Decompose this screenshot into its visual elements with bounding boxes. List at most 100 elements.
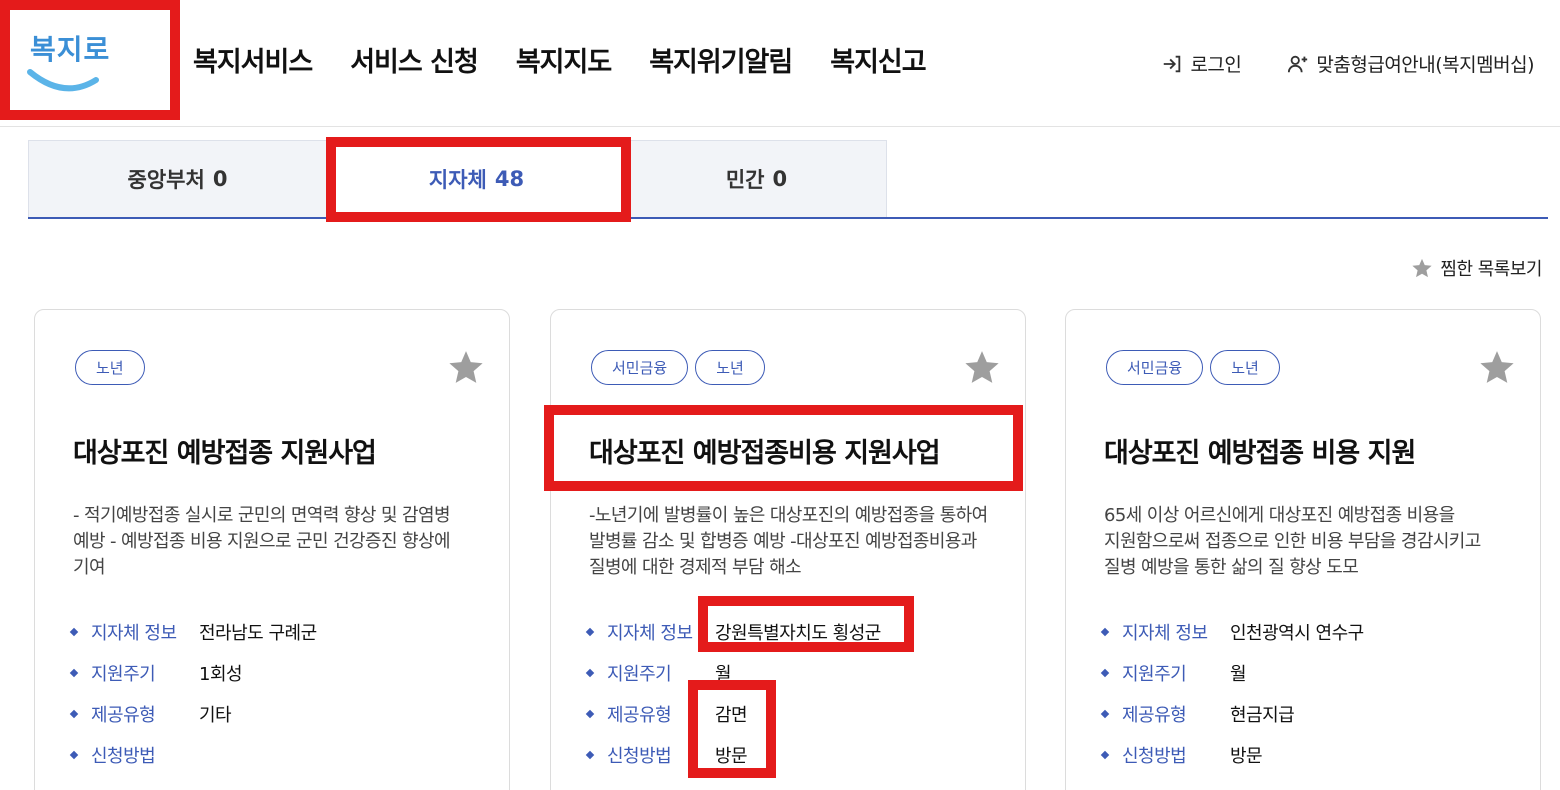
user-plus-icon [1288,55,1308,72]
bullet-icon [69,627,79,636]
bullet-icon [69,709,79,718]
card-badges: 서민금융 노년 [1106,350,1280,385]
category-tabs: 중앙부처 0 지자체 48 민간 0 [28,140,1548,219]
info-row-cycle: 지원주기 월 [1100,652,1364,693]
bullet-icon [69,750,79,759]
star-icon [1412,258,1433,278]
info-label-method: 신청방법 [1100,742,1230,768]
bullet-icon [1100,627,1110,636]
nav-welfare-report[interactable]: 복지신고 [830,40,926,79]
info-row-region: 지자체 정보 전라남도 구례군 [69,611,317,652]
badge: 노년 [695,350,765,385]
info-row-cycle: 지원주기 월 [585,652,881,693]
utility-menu: 로그인 맞춤형급여안내(복지멤버십) [1161,50,1534,77]
service-card[interactable]: 서민금융 노년 대상포진 예방접종 비용 지원 65세 이상 어르신에게 대상포… [1065,309,1541,790]
bullet-icon [69,668,79,677]
info-value-type: 현금지급 [1230,704,1295,726]
card-title: 대상포진 예방접종비용 지원사업 [589,438,941,469]
label-text: 신청방법 [91,745,156,767]
info-row-cycle: 지원주기 1회성 [69,652,317,693]
card-info-list: 지자체 정보 강원특별자치도 횡성군 지원주기 월 제공유형 감면 신청방법 방… [585,611,881,775]
info-label-region: 지자체 정보 [585,619,715,645]
bullet-icon [585,668,595,677]
info-value-cycle: 1회성 [199,663,243,685]
info-row-type: 제공유형 현금지급 [1100,693,1364,734]
label-text: 신청방법 [607,745,672,767]
info-value-type: 기타 [199,704,232,726]
badge: 노년 [75,350,145,385]
label-text: 지자체 정보 [607,622,693,644]
card-description: -노년기에 발병률이 높은 대상포진의 예방접종을 통하여 발병률 감소 및 합… [589,505,988,578]
badge: 서민금융 [1106,350,1204,385]
card-description: 65세 이상 어르신에게 대상포진 예방접종 비용을 지원함으로써 접종으로 인… [1104,505,1481,578]
info-label-region: 지자체 정보 [69,619,199,645]
service-card[interactable]: 노년 대상포진 예방접종 지원사업 - 적기예방접종 실시로 군민의 면역력 향… [34,309,510,790]
badge: 노년 [1210,350,1280,385]
bullet-icon [585,750,595,759]
nav-service-apply[interactable]: 서비스 신청 [350,40,479,79]
favorites-list-label: 찜한 목록보기 [1440,259,1542,280]
tab-local-government[interactable]: 지자체 48 [326,140,627,219]
favorite-star-icon[interactable] [1478,348,1516,386]
card-info-list: 지자체 정보 인천광역시 연수구 지원주기 월 제공유형 현금지급 신청방법 방… [1100,611,1364,775]
info-label-cycle: 지원주기 [585,660,715,686]
info-row-region: 지자체 정보 강원특별자치도 횡성군 [585,611,881,652]
info-label-cycle: 지원주기 [1100,660,1230,686]
info-label-method: 신청방법 [69,742,199,768]
bullet-icon [585,627,595,636]
bullet-icon [1100,709,1110,718]
info-label-method: 신청방법 [585,742,715,768]
tab-central-ministry[interactable]: 중앙부처 0 [28,140,327,217]
login-icon [1164,55,1181,72]
tab-private[interactable]: 민간 0 [626,140,887,217]
info-row-method: 신청방법 방문 [585,734,881,775]
bullet-icon [1100,668,1110,677]
label-text: 제공유형 [91,704,156,726]
service-card[interactable]: 서민금융 노년 대상포진 예방접종비용 지원사업 -노년기에 발병률이 높은 대… [550,309,1026,790]
info-value-region: 인천광역시 연수구 [1230,622,1364,644]
card-info-list: 지자체 정보 전라남도 구례군 지원주기 1회성 제공유형 기타 신청방법 [69,611,317,775]
info-value-region: 전라남도 구례군 [199,622,317,644]
info-value-cycle: 월 [1230,663,1247,685]
info-value-method: 방문 [1230,745,1263,767]
info-label-type: 제공유형 [69,701,199,727]
card-description: - 적기예방접종 실시로 군민의 면역력 향상 및 감염병 예방 - 예방접종 … [73,505,451,578]
label-text: 제공유형 [1122,704,1187,726]
label-text: 지자체 정보 [91,622,177,644]
bullet-icon [1100,750,1110,759]
site-header: 복지로 복지서비스 서비스 신청 복지지도 복지위기알림 복지신고 로그인 맞춤… [0,0,1560,127]
info-row-type: 제공유형 기타 [69,693,317,734]
info-label-region: 지자체 정보 [1100,619,1230,645]
bullet-icon [585,709,595,718]
info-row-type: 제공유형 감면 [585,693,881,734]
info-label-cycle: 지원주기 [69,660,199,686]
favorites-list-link[interactable]: 찜한 목록보기 [1411,255,1542,281]
nav-crisis-alert[interactable]: 복지위기알림 [649,40,793,79]
info-row-method: 신청방법 [69,734,317,775]
tab-label: 지자체 [428,168,487,192]
main-nav: 복지서비스 서비스 신청 복지지도 복지위기알림 복지신고 [193,40,927,79]
card-title: 대상포진 예방접종 비용 지원 [1104,438,1416,469]
label-text: 지원주기 [91,663,156,685]
info-row-region: 지자체 정보 인천광역시 연수구 [1100,611,1364,652]
info-value-cycle: 월 [715,663,732,685]
label-text: 신청방법 [1122,745,1187,767]
login-link[interactable]: 로그인 [1161,50,1242,77]
membership-link[interactable]: 맞춤형급여안내(복지멤버십) [1287,50,1534,77]
card-title: 대상포진 예방접종 지원사업 [73,438,377,469]
tab-count: 0 [212,167,228,191]
info-value-method: 방문 [715,745,748,767]
info-row-method: 신청방법 방문 [1100,734,1364,775]
favorite-star-icon[interactable] [447,348,485,386]
login-label: 로그인 [1190,54,1242,76]
label-text: 지자체 정보 [1122,622,1208,644]
site-logo[interactable]: 복지로 [24,20,134,100]
label-text: 지원주기 [1122,663,1187,685]
label-text: 제공유형 [607,704,672,726]
nav-welfare-service[interactable]: 복지서비스 [193,40,313,79]
info-label-type: 제공유형 [585,701,715,727]
favorite-star-icon[interactable] [963,348,1001,386]
nav-welfare-map[interactable]: 복지지도 [516,40,612,79]
membership-label: 맞춤형급여안내(복지멤버십) [1316,54,1534,76]
tab-label: 민간 [725,168,765,192]
